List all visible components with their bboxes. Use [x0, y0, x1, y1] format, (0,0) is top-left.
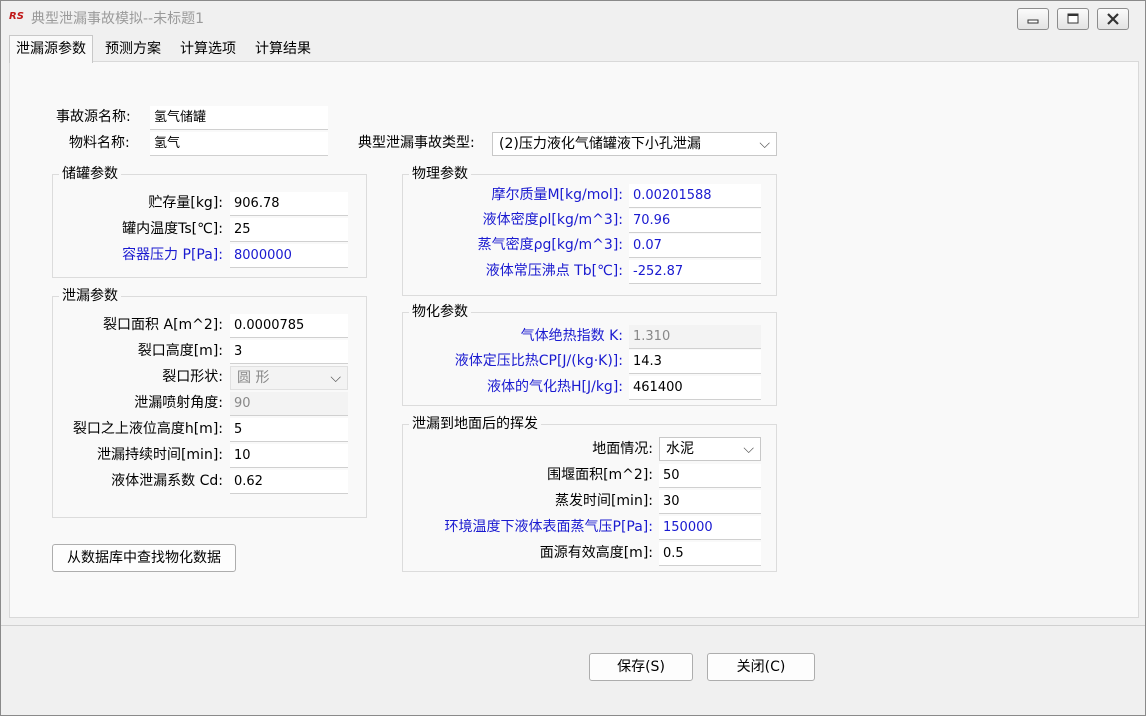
- jet-angle-field[interactable]: [230, 392, 348, 416]
- accident-type-value: (2)压力液化气储罐液下小孔泄漏: [499, 136, 701, 152]
- dike-area-field[interactable]: [659, 464, 761, 488]
- ground-type-value: 水泥: [666, 441, 694, 457]
- leak-duration-field[interactable]: [230, 444, 348, 468]
- chevron-down-icon: ⌵: [330, 370, 341, 386]
- ground-type-label: 地面情况:: [592, 441, 653, 457]
- footer-divider: [1, 625, 1145, 626]
- evaporation-title: 泄漏到地面后的挥发: [409, 414, 541, 434]
- minimize-button[interactable]: [1017, 8, 1049, 30]
- ground-type-select[interactable]: 水泥 ⌵: [659, 437, 761, 461]
- main-window: RS 典型泄漏事故模拟--未标题1 泄漏源参数 预测方案 计算选项 计算结果 事…: [0, 0, 1146, 716]
- title-bar: RS 典型泄漏事故模拟--未标题1: [1, 1, 1145, 35]
- crack-height-field[interactable]: [230, 340, 348, 364]
- tank-temperature-field[interactable]: [230, 218, 348, 242]
- tab-leak-source[interactable]: 泄漏源参数: [9, 35, 93, 63]
- jet-angle-label: 泄漏喷射角度:: [134, 395, 223, 411]
- source-name-label: 事故源名称:: [56, 109, 131, 125]
- tank-params-group: 储罐参数 贮存量[kg]: 罐内温度Ts[℃]: 容器压力 P[Pa]:: [52, 164, 367, 278]
- dike-area-label: 围堰面积[m^2]:: [547, 467, 653, 483]
- source-height-label: 面源有效高度[m]:: [539, 545, 653, 561]
- vapor-density-field[interactable]: [629, 234, 761, 258]
- leak-duration-label: 泄漏持续时间[min]:: [96, 447, 223, 463]
- adiabatic-index-label: 气体绝热指数 K:: [520, 328, 623, 344]
- close-button[interactable]: 关闭(C): [707, 653, 815, 681]
- close-window-button[interactable]: [1097, 8, 1129, 30]
- physical-params-title: 物理参数: [409, 164, 471, 184]
- chevron-down-icon: ⌵: [743, 441, 754, 457]
- tab-prediction-plan[interactable]: 预测方案: [99, 37, 167, 61]
- close-icon: [1107, 13, 1119, 25]
- chemical-params-title: 物化参数: [409, 302, 471, 322]
- liquid-density-field[interactable]: [629, 209, 761, 233]
- vaporization-heat-field[interactable]: [629, 376, 761, 400]
- tank-params-title: 储罐参数: [59, 164, 121, 184]
- evaporation-group: 泄漏到地面后的挥发 地面情况: 水泥 ⌵ 围堰面积[m^2]: 蒸发时间[min…: [402, 414, 777, 572]
- maximize-button[interactable]: [1057, 8, 1089, 30]
- vaporization-heat-label: 液体的气化热H[J/kg]:: [486, 379, 623, 395]
- leak-source-panel: 事故源名称: 物料名称: 典型泄漏事故类型: (2)压力液化气储罐液下小孔泄漏 …: [9, 61, 1139, 618]
- material-name-field[interactable]: [150, 132, 328, 156]
- tab-calc-options[interactable]: 计算选项: [174, 37, 242, 61]
- app-logo-icon: RS: [9, 11, 24, 22]
- vessel-pressure-label: 容器压力 P[Pa]:: [122, 247, 223, 263]
- adiabatic-index-field[interactable]: [629, 325, 761, 349]
- tank-temperature-label: 罐内温度Ts[℃]:: [122, 221, 223, 237]
- molar-mass-field[interactable]: [629, 184, 761, 208]
- leak-params-group: 泄漏参数 裂口面积 A[m^2]: 裂口高度[m]: 裂口形状: 圆 形 ⌵ 泄…: [52, 286, 367, 518]
- specific-heat-label: 液体定压比热CP[J/(kg·K)]:: [454, 353, 623, 369]
- minimize-icon: [1027, 19, 1039, 24]
- specific-heat-field[interactable]: [629, 350, 761, 374]
- crack-shape-select[interactable]: 圆 形 ⌵: [230, 366, 348, 390]
- leak-coef-label: 液体泄漏系数 Cd:: [111, 473, 223, 489]
- crack-shape-label: 裂口形状:: [162, 369, 223, 385]
- boiling-point-field[interactable]: [629, 260, 761, 284]
- vapor-pressure-label: 环境温度下液体表面蒸气压P[Pa]:: [444, 519, 653, 535]
- evap-time-label: 蒸发时间[min]:: [554, 493, 653, 509]
- liquid-density-label: 液体密度ρl[kg/m^3]:: [482, 212, 623, 228]
- source-name-field[interactable]: [150, 106, 328, 130]
- crack-height-label: 裂口高度[m]:: [137, 343, 223, 359]
- vessel-pressure-field[interactable]: [230, 244, 348, 268]
- crack-area-field[interactable]: [230, 314, 348, 338]
- leak-params-title: 泄漏参数: [59, 286, 121, 306]
- crack-area-label: 裂口面积 A[m^2]:: [103, 317, 223, 333]
- tab-calc-results[interactable]: 计算结果: [249, 37, 317, 61]
- maximize-icon: [1067, 13, 1079, 24]
- source-height-field[interactable]: [659, 542, 761, 566]
- save-button[interactable]: 保存(S): [589, 653, 693, 681]
- liquid-level-label: 裂口之上液位高度h[m]:: [72, 421, 223, 437]
- chevron-down-icon: ⌵: [759, 136, 770, 152]
- accident-type-label: 典型泄漏事故类型:: [358, 135, 475, 151]
- chemical-params-group: 物化参数 气体绝热指数 K: 液体定压比热CP[J/(kg·K)]: 液体的气化…: [402, 302, 777, 406]
- material-name-label: 物料名称:: [69, 135, 130, 151]
- lookup-db-button[interactable]: 从数据库中查找物化数据: [52, 544, 236, 572]
- vapor-pressure-field[interactable]: [659, 516, 761, 540]
- physical-params-group: 物理参数 摩尔质量M[kg/mol]: 液体密度ρl[kg/m^3]: 蒸气密度…: [402, 164, 777, 296]
- accident-type-select[interactable]: (2)压力液化气储罐液下小孔泄漏 ⌵: [492, 132, 777, 156]
- storage-mass-field[interactable]: [230, 192, 348, 216]
- boiling-point-label: 液体常压沸点 Tb[℃]:: [485, 263, 623, 279]
- storage-mass-label: 贮存量[kg]:: [148, 195, 223, 211]
- evap-time-field[interactable]: [659, 490, 761, 514]
- leak-coef-field[interactable]: [230, 470, 348, 494]
- window-title: 典型泄漏事故模拟--未标题1: [31, 11, 205, 27]
- liquid-level-field[interactable]: [230, 418, 348, 442]
- molar-mass-label: 摩尔质量M[kg/mol]:: [491, 187, 623, 203]
- vapor-density-label: 蒸气密度ρg[kg/m^3]:: [477, 237, 623, 253]
- crack-shape-value: 圆 形: [237, 370, 270, 386]
